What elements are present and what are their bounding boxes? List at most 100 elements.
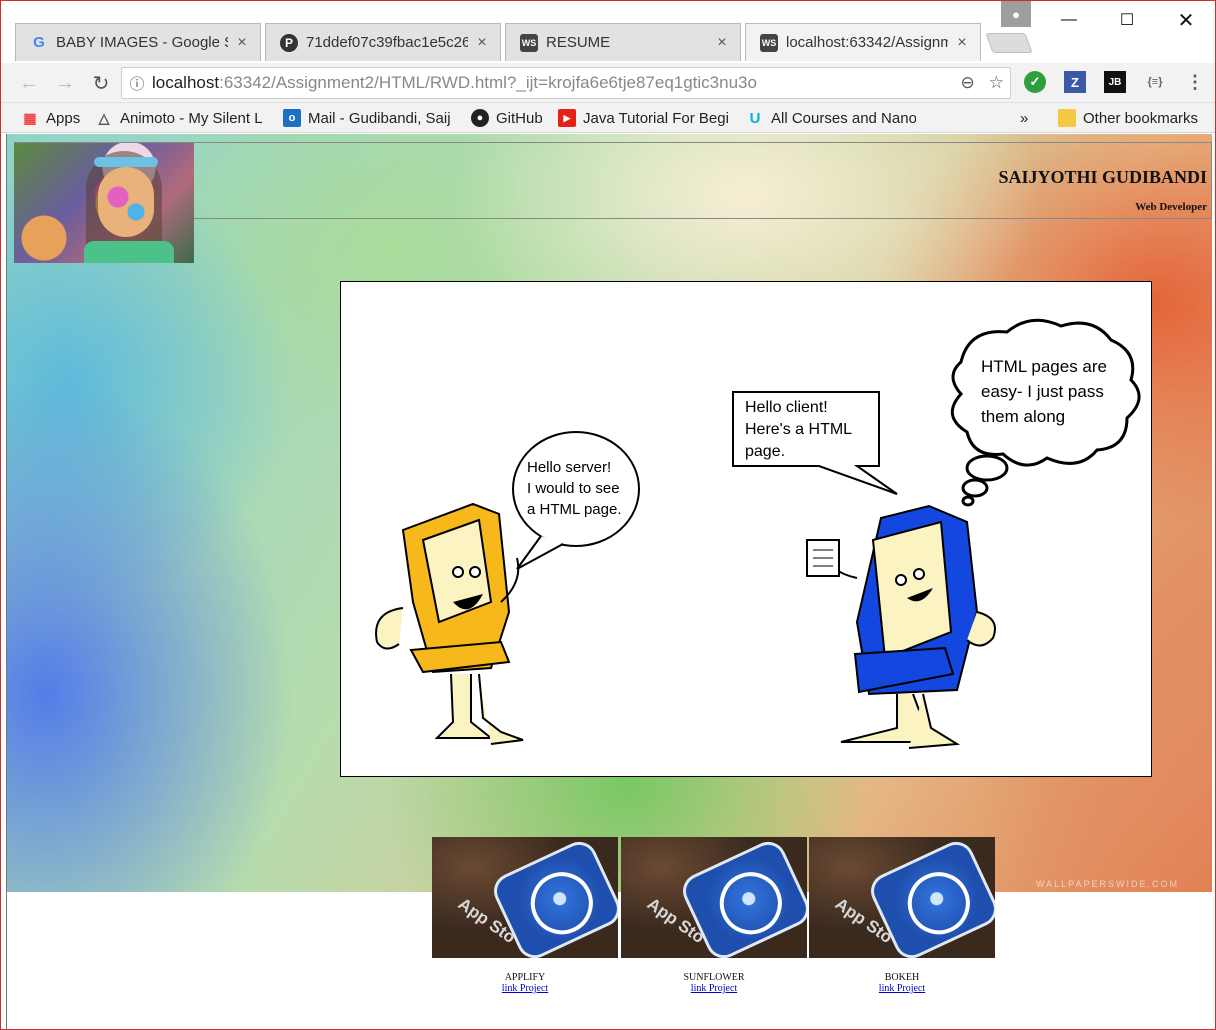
client-computer-character	[375, 502, 524, 745]
browser-window: G BABY IMAGES - Google S × P 71ddef07c39…	[0, 0, 1216, 1030]
extension-label: Z	[1071, 74, 1079, 90]
developer-name: SAIJYOTHI GUDIBANDI	[998, 167, 1207, 187]
forward-arrow-icon[interactable]: →	[53, 71, 77, 95]
back-arrow-icon[interactable]: ←	[17, 71, 41, 95]
project-thumbnail[interactable]: App Sto	[432, 837, 618, 958]
project-card: App Sto SUNFLOWER link Project	[621, 837, 807, 994]
minimize-button[interactable]: —	[1046, 7, 1092, 33]
server-thought-line: them along	[981, 407, 1065, 426]
overflow-label: »	[1020, 109, 1029, 127]
maximize-button[interactable]: ☐	[1104, 7, 1150, 33]
new-tab-button[interactable]	[985, 33, 1033, 53]
bookmark-apps[interactable]: ▦ Apps	[21, 107, 83, 129]
server-thought-line: easy- I just pass	[981, 382, 1104, 401]
udacity-icon: U	[749, 109, 761, 127]
address-path: :63342/Assignment2/HTML/RWD.html?_ijt=kr…	[219, 73, 757, 92]
check-extension-icon[interactable]: ✓	[1024, 71, 1046, 93]
close-tab-icon[interactable]: ×	[234, 34, 250, 52]
server-thought-line: HTML pages are	[981, 357, 1107, 376]
profile-photo	[14, 143, 194, 263]
profile-icon[interactable]: ●	[1001, 1, 1031, 27]
tab-resume[interactable]: WS RESUME ×	[505, 23, 741, 61]
tab-title: localhost:63342/Assignm	[786, 34, 948, 51]
close-tab-icon[interactable]: ×	[954, 34, 970, 52]
wallpaper-watermark: WALLPAPERSWIDE.COM	[1036, 879, 1180, 889]
zoom-out-icon[interactable]: ⊖	[961, 73, 975, 93]
bookmark-animoto[interactable]: △ Animoto - My Silent L	[95, 107, 265, 129]
bookmark-label: Apps	[46, 109, 81, 127]
photo-headband	[94, 157, 158, 167]
bookmark-label: GitHub	[496, 109, 543, 127]
bookmark-label: Java Tutorial For Begi	[583, 109, 728, 127]
webstorm-icon: WS	[520, 33, 538, 52]
project-thumbnail[interactable]: App Sto	[621, 837, 807, 958]
project-thumbnail[interactable]: App Sto	[809, 837, 995, 958]
reload-icon[interactable]: ↻	[89, 71, 113, 95]
project-link[interactable]: link Project	[809, 983, 995, 994]
page-left-border	[6, 134, 7, 1029]
project-card: App Sto APPLIFY link Project	[432, 837, 618, 994]
animoto-icon: △	[98, 109, 110, 126]
apps-grid-icon: ▦	[23, 109, 37, 126]
github-icon: ●	[471, 109, 489, 127]
server-speech-line: Here's a HTML	[745, 421, 852, 438]
extension-label: {≡}	[1147, 76, 1163, 88]
client-speech-line: I would to see	[527, 480, 620, 497]
zotero-icon[interactable]: Z	[1064, 71, 1086, 93]
photo-face	[98, 167, 154, 237]
project-title: SUNFLOWER	[683, 972, 745, 983]
other-bookmarks-folder[interactable]: Other bookmarks	[1058, 107, 1198, 129]
bookmark-github[interactable]: ● GitHub	[471, 107, 547, 129]
photo-shirt	[84, 241, 174, 263]
browser-toolbar: ← → ↻ ⓘ localhost:63342/Assignment2/HTML…	[1, 63, 1215, 103]
page-viewport: WALLPAPERSWIDE.COM SAIJYOTHI GUDIBANDI W…	[6, 134, 1212, 1029]
bookmarks-bar: ▦ Apps △ Animoto - My Silent L o Mail - …	[1, 103, 1215, 133]
developer-role: Web Developer	[1135, 201, 1207, 213]
project-title: APPLIFY	[504, 972, 546, 983]
close-tab-icon[interactable]: ×	[714, 34, 730, 52]
google-icon: G	[33, 34, 45, 51]
extension-label: JB	[1108, 76, 1122, 88]
bookmark-star-icon[interactable]: ☆	[989, 73, 1004, 93]
json-viewer-icon[interactable]: {≡}	[1144, 71, 1166, 93]
pinterest-icon: P	[280, 33, 298, 52]
project-link[interactable]: link Project	[432, 983, 618, 994]
tab-title: BABY IMAGES - Google S	[56, 34, 228, 51]
youtube-icon: ▶	[558, 109, 576, 127]
tab-localhost[interactable]: WS localhost:63342/Assignm ×	[745, 23, 981, 61]
extension-label: ✓	[1029, 74, 1041, 89]
tab-strip: G BABY IMAGES - Google S × P 71ddef07c39…	[1, 1, 1215, 63]
bookmarks-overflow-button[interactable]: »	[1020, 107, 1028, 129]
client-server-cartoon: Hello server! I would to see a HTML page…	[340, 281, 1152, 777]
project-link[interactable]: link Project	[621, 983, 807, 994]
tab-title: RESUME	[546, 34, 611, 51]
folder-icon	[1058, 109, 1076, 127]
webstorm-icon: WS	[760, 33, 778, 52]
address-bar[interactable]: ⓘ localhost:63342/Assignment2/HTML/RWD.h…	[121, 67, 1011, 99]
outlook-icon: o	[283, 109, 301, 127]
cartoon-illustration: Hello server! I would to see a HTML page…	[375, 318, 1141, 749]
info-icon[interactable]: ⓘ	[122, 73, 152, 94]
bookmark-label: Animoto - My Silent L	[120, 109, 263, 127]
client-speech-line: a HTML page.	[527, 501, 622, 518]
bookmark-label: All Courses and Nano	[771, 109, 916, 127]
close-window-button[interactable]: ✕	[1163, 7, 1209, 33]
project-title: BOKEH	[884, 972, 920, 983]
tab-title: 71ddef07c39fbac1e5c26	[306, 34, 468, 51]
client-speech-line: Hello server!	[527, 459, 611, 476]
tab-pinterest[interactable]: P 71ddef07c39fbac1e5c26 ×	[265, 23, 501, 61]
bookmark-java-tutorial[interactable]: ▶ Java Tutorial For Begi	[558, 107, 728, 129]
bookmark-mail[interactable]: o Mail - Gudibandi, Saij	[283, 107, 455, 129]
bookmark-udacity[interactable]: U All Courses and Nano	[746, 107, 916, 129]
server-speech-line: page.	[745, 443, 785, 460]
bookmark-label: Other bookmarks	[1083, 109, 1199, 127]
server-speech-line: Hello client!	[745, 399, 828, 416]
jetbrains-icon[interactable]: JB	[1104, 71, 1126, 93]
bookmark-label: Mail - Gudibandi, Saij	[308, 109, 451, 127]
server-computer-character	[806, 504, 996, 749]
menu-dots-icon[interactable]: ⋮	[1184, 71, 1206, 93]
project-card: App Sto BOKEH link Project	[809, 837, 995, 994]
close-tab-icon[interactable]: ×	[474, 34, 490, 52]
tab-baby-images[interactable]: G BABY IMAGES - Google S ×	[15, 23, 261, 61]
address-host: localhost	[152, 73, 220, 92]
